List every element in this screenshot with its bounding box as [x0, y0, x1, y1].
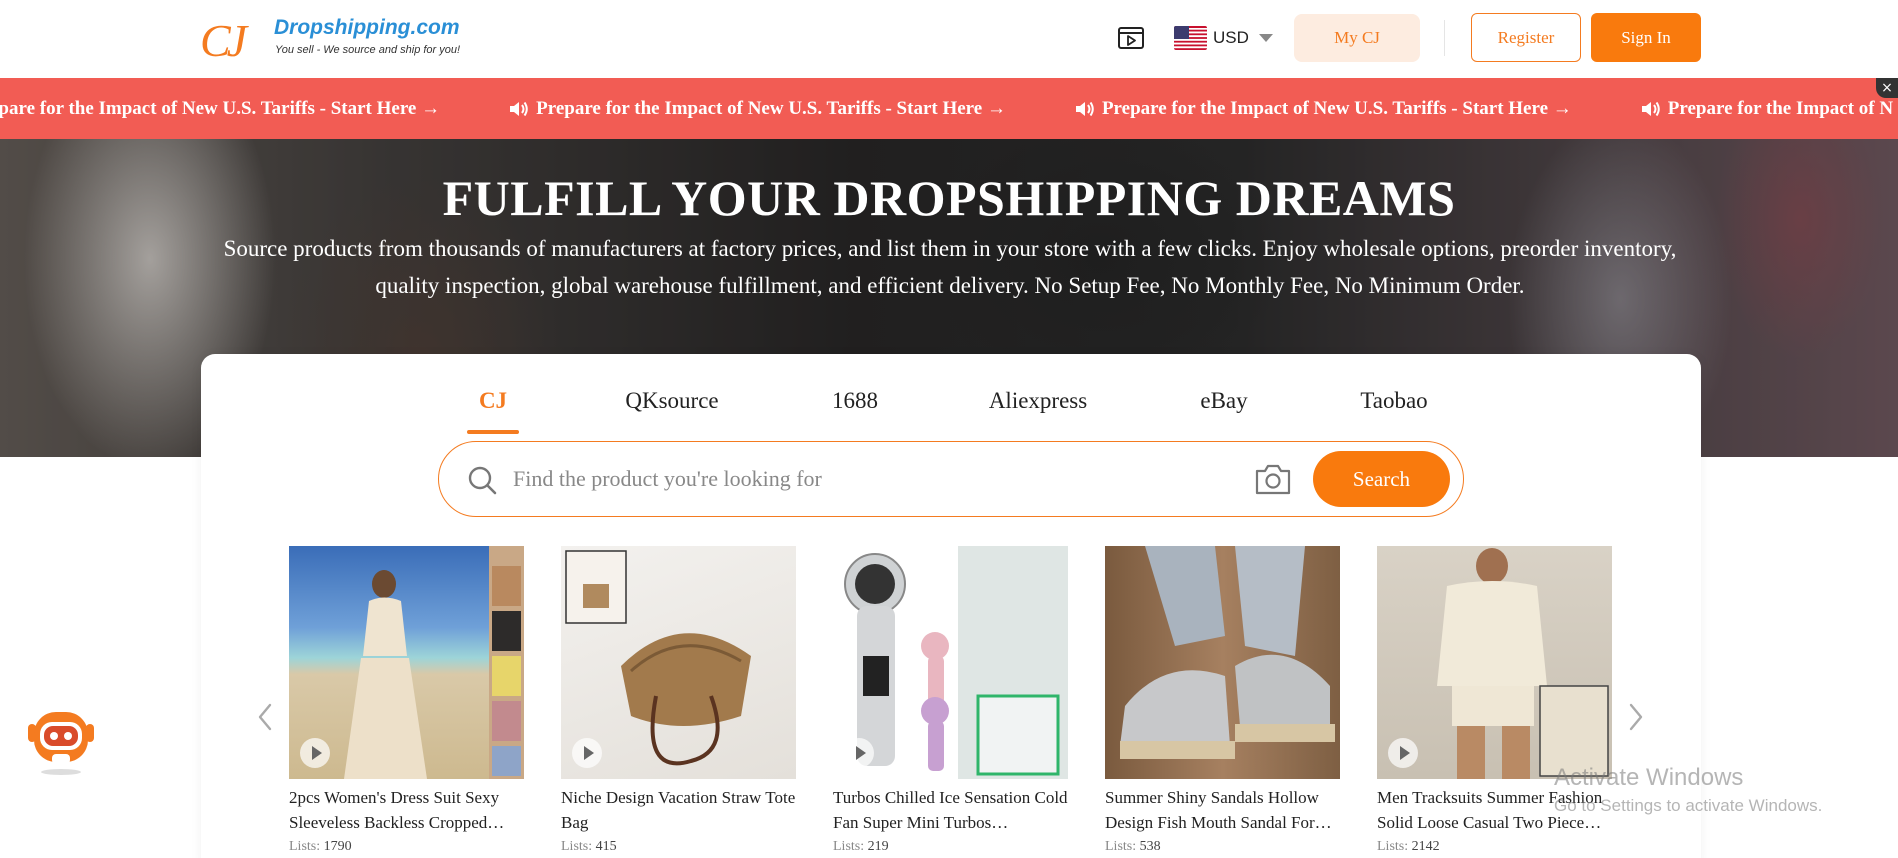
us-flag-icon [1174, 26, 1207, 50]
carousel-prev-icon[interactable] [252, 697, 276, 737]
banner-marquee: epare for the Impact of New U.S. Tariffs… [0, 78, 1898, 139]
product-image[interactable] [561, 546, 796, 779]
product-lists: Lists: 1790 [289, 839, 524, 855]
play-video-icon[interactable] [300, 738, 330, 768]
banner-item[interactable]: Prepare for the Impact of N [1640, 98, 1893, 120]
product-image[interactable] [1105, 546, 1340, 779]
carousel-next-icon[interactable] [1625, 697, 1649, 737]
cj-dropshipping-logo[interactable]: CJ Dropshipping.com You sell - We source… [200, 12, 470, 66]
lists-label: Lists: [289, 839, 321, 854]
banner-item[interactable]: Prepare for the Impact of New U.S. Tarif… [1074, 98, 1572, 120]
lists-count: 2142 [1411, 839, 1440, 854]
tab-qksource[interactable]: QKsource [619, 388, 725, 434]
tariff-announcement-banner[interactable]: epare for the Impact of New U.S. Tariffs… [0, 78, 1898, 139]
my-cj-button[interactable]: My CJ [1294, 14, 1420, 62]
banner-text: Prepare for the Impact of N [1667, 97, 1894, 119]
lists-label: Lists: [833, 839, 865, 854]
lists-count: 219 [867, 839, 889, 854]
product-lists: Lists: 219 [833, 839, 1068, 855]
tab-taobao[interactable]: Taobao [1356, 388, 1432, 434]
activation-watermark-title: Activate Windows [1554, 764, 1744, 791]
product-image[interactable] [833, 546, 1068, 779]
product-lists: Lists: 538 [1105, 839, 1340, 855]
lists-label: Lists: [1105, 839, 1137, 854]
product-image[interactable] [1377, 546, 1612, 779]
search-icon [468, 466, 497, 495]
banner-text: Prepare for the Impact of New U.S. Tarif… [1101, 97, 1572, 119]
speaker-icon [1641, 101, 1660, 116]
play-video-icon[interactable] [1388, 738, 1418, 768]
currency-label: USD [1213, 28, 1249, 47]
chevron-down-icon [1258, 34, 1273, 42]
product-title[interactable]: 2pcs Women's Dress Suit Sexy Sleeveless … [289, 785, 524, 835]
product-card[interactable]: Niche Design Vacation Straw Tote Bag Lis… [561, 546, 796, 855]
lists-count: 1790 [323, 839, 352, 854]
chat-bot-icon[interactable] [22, 702, 100, 778]
hero-subtitle: Source products from thousands of manufa… [223, 236, 1677, 298]
banner-item[interactable]: epare for the Impact of New U.S. Tariffs… [0, 98, 440, 120]
play-video-icon[interactable] [572, 738, 602, 768]
register-button[interactable]: Register [1471, 13, 1581, 62]
sign-in-button[interactable]: Sign In [1591, 13, 1701, 62]
lists-count: 415 [595, 839, 617, 854]
product-title[interactable]: Niche Design Vacation Straw Tote Bag [561, 785, 796, 835]
logo-tagline: You sell - We source and ship for you! [275, 44, 461, 56]
banner-item[interactable]: Prepare for the Impact of New U.S. Tarif… [508, 98, 1006, 120]
tab-1688[interactable]: 1688 [828, 388, 882, 434]
product-image[interactable] [289, 546, 524, 779]
logo-name: Dropshipping.com [274, 16, 460, 39]
source-tabs: CJ QKsource 1688 Aliexpress eBay Taobao [201, 388, 1701, 434]
product-title[interactable]: Summer Shiny Sandals Hollow Design Fish … [1105, 785, 1340, 835]
tab-aliexpress[interactable]: Aliexpress [983, 388, 1093, 434]
speaker-icon [1075, 101, 1094, 116]
hero-title: FULFILL YOUR DROPSHIPPING DREAMS [442, 170, 1456, 226]
speaker-icon [510, 101, 528, 116]
activation-watermark-subtitle: Go to Settings to activate Windows. [1554, 796, 1823, 815]
tab-cj[interactable]: CJ [467, 388, 519, 434]
close-icon[interactable]: × [1876, 78, 1898, 98]
product-card[interactable]: Turbos Chilled Ice Sensation Cold Fan Su… [833, 546, 1068, 855]
search-button[interactable]: Search [1313, 451, 1450, 507]
product-card[interactable]: Summer Shiny Sandals Hollow Design Fish … [1105, 546, 1340, 855]
product-lists: Lists: 2142 [1377, 839, 1612, 855]
banner-text: epare for the Impact of New U.S. Tariffs… [0, 97, 441, 119]
top-header: CJ Dropshipping.com You sell - We source… [0, 0, 1898, 78]
logo-mark: CJ [200, 15, 247, 66]
product-card[interactable]: 2pcs Women's Dress Suit Sexy Sleeveless … [289, 546, 524, 855]
product-title[interactable]: Turbos Chilled Ice Sensation Cold Fan Su… [833, 785, 1068, 835]
play-video-icon[interactable] [844, 738, 874, 768]
tab-ebay[interactable]: eBay [1195, 388, 1253, 434]
search-input[interactable] [513, 458, 1213, 500]
product-lists: Lists: 415 [561, 839, 796, 855]
lists-count: 538 [1139, 839, 1161, 854]
video-tutorial-icon[interactable] [1117, 25, 1145, 51]
lists-label: Lists: [1377, 839, 1409, 854]
lists-label: Lists: [561, 839, 593, 854]
header-divider [1444, 20, 1445, 56]
banner-text: Prepare for the Impact of New U.S. Tarif… [536, 97, 1006, 119]
product-carousel: 2pcs Women's Dress Suit Sexy Sleeveless … [289, 546, 1613, 858]
currency-selector[interactable]: USD [1174, 24, 1273, 52]
search-bar: Search [438, 441, 1464, 517]
camera-icon[interactable] [1254, 462, 1292, 496]
